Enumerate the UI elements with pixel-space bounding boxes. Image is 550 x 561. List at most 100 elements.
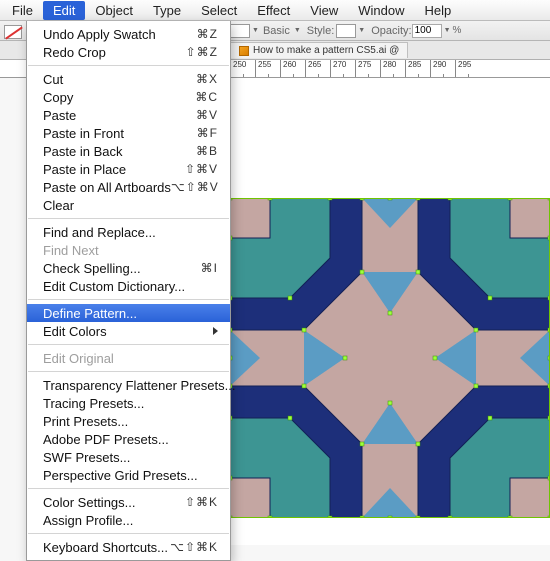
ruler-tick: 260 [280, 60, 305, 78]
ai-file-icon [239, 46, 249, 56]
menubar[interactable]: FileEditObjectTypeSelectEffectViewWindow… [0, 0, 550, 21]
menu-type[interactable]: Type [143, 1, 191, 20]
menu-item-clear[interactable]: Clear [27, 196, 230, 214]
menu-item-perspective-grid-presets[interactable]: Perspective Grid Presets... [27, 466, 230, 484]
menu-item-label: Tracing Presets... [43, 396, 218, 411]
menu-window[interactable]: Window [348, 1, 414, 20]
menu-item-check-spelling[interactable]: Check Spelling...⌘I [27, 259, 230, 277]
menu-item-paste-in-front[interactable]: Paste in Front⌘F [27, 124, 230, 142]
menu-item-define-pattern[interactable]: Define Pattern... [27, 304, 230, 322]
menu-item-shortcut: ⌥⇧⌘V [171, 180, 219, 194]
ruler-tick: 280 [380, 60, 405, 78]
menu-edit[interactable]: Edit [43, 1, 85, 20]
menu-item-label: Edit Original [43, 351, 218, 366]
menu-effect[interactable]: Effect [247, 1, 300, 20]
submenu-arrow-icon [213, 327, 218, 335]
menu-item-label: Paste in Front [43, 126, 197, 141]
menu-item-copy[interactable]: Copy⌘C [27, 88, 230, 106]
menu-item-shortcut: ⌘Z [197, 27, 218, 41]
menu-separator [28, 65, 229, 66]
menu-item-paste[interactable]: Paste⌘V [27, 106, 230, 124]
menu-item-paste-in-place[interactable]: Paste in Place⇧⌘V [27, 160, 230, 178]
menu-item-label: Clear [43, 198, 218, 213]
menu-item-shortcut: ⌘B [196, 144, 218, 158]
menu-separator [28, 218, 229, 219]
document-tab-title: How to make a pattern CS5.ai @ [253, 45, 399, 56]
menu-item-color-settings[interactable]: Color Settings...⇧⌘K [27, 493, 230, 511]
menu-item-label: Edit Custom Dictionary... [43, 279, 218, 294]
graphic-style-picker[interactable]: ▼ Basic ▼ [230, 24, 301, 38]
menu-item-paste-in-back[interactable]: Paste in Back⌘B [27, 142, 230, 160]
menu-item-label: Find and Replace... [43, 225, 218, 240]
menu-item-find-and-replace[interactable]: Find and Replace... [27, 223, 230, 241]
menu-item-shortcut: ⇧⌘V [185, 162, 218, 176]
menu-item-label: Paste in Place [43, 162, 185, 177]
edit-menu-dropdown[interactable]: Undo Apply Swatch⌘ZRedo Crop⇧⌘ZCut⌘XCopy… [26, 21, 231, 561]
menu-item-edit-custom-dictionary[interactable]: Edit Custom Dictionary... [27, 277, 230, 295]
menu-item-edit-original: Edit Original [27, 349, 230, 367]
opacity-input[interactable] [412, 24, 442, 38]
menu-item-label: Undo Apply Swatch [43, 27, 197, 42]
pattern-artwork[interactable] [230, 198, 550, 518]
menu-item-shortcut: ⌥⇧⌘K [170, 540, 218, 554]
menu-item-shortcut: ⌘F [197, 126, 218, 140]
menu-item-shortcut: ⌘I [201, 261, 218, 275]
menu-item-label: Transparency Flattener Presets... [43, 378, 235, 393]
menu-item-label: Paste in Back [43, 144, 196, 159]
menu-item-undo-apply-swatch[interactable]: Undo Apply Swatch⌘Z [27, 25, 230, 43]
document-tab[interactable]: How to make a pattern CS5.ai @ [230, 42, 408, 58]
no-selection-icon [4, 25, 22, 39]
menu-item-label: Find Next [43, 243, 218, 258]
ruler-tick: 265 [305, 60, 330, 78]
menu-item-find-next: Find Next [27, 241, 230, 259]
menu-item-shortcut: ⌘C [195, 90, 218, 104]
menu-item-cut[interactable]: Cut⌘X [27, 70, 230, 88]
menu-separator [28, 371, 229, 372]
menu-item-label: Print Presets... [43, 414, 218, 429]
menu-view[interactable]: View [300, 1, 348, 20]
menu-item-paste-on-all-artboards[interactable]: Paste on All Artboards⌥⇧⌘V [27, 178, 230, 196]
menu-item-shortcut: ⌘X [196, 72, 218, 86]
menu-item-keyboard-shortcuts[interactable]: Keyboard Shortcuts...⌥⇧⌘K [27, 538, 230, 556]
menu-item-shortcut: ⇧⌘Z [186, 45, 218, 59]
menu-separator [28, 299, 229, 300]
menu-item-label: Define Pattern... [43, 306, 218, 321]
menu-item-tracing-presets[interactable]: Tracing Presets... [27, 394, 230, 412]
menu-item-label: SWF Presets... [43, 450, 218, 465]
ruler-ticks: 250255260265270275280285290295 [230, 60, 550, 77]
menu-item-label: Paste on All Artboards [43, 180, 171, 195]
menu-item-label: Adobe PDF Presets... [43, 432, 218, 447]
menu-item-print-presets[interactable]: Print Presets... [27, 412, 230, 430]
menu-separator [28, 533, 229, 534]
ruler-tick: 250 [230, 60, 255, 78]
ruler-tick: 255 [255, 60, 280, 78]
canvas[interactable] [230, 78, 550, 545]
menu-item-redo-crop[interactable]: Redo Crop⇧⌘Z [27, 43, 230, 61]
menu-item-label: Check Spelling... [43, 261, 201, 276]
menu-item-label: Cut [43, 72, 196, 87]
opacity-field[interactable]: Opacity: ▼ % [371, 24, 461, 38]
menu-item-label: Color Settings... [43, 495, 185, 510]
menu-file[interactable]: File [2, 1, 43, 20]
menu-item-label: Perspective Grid Presets... [43, 468, 218, 483]
menu-help[interactable]: Help [414, 1, 461, 20]
menu-select[interactable]: Select [191, 1, 247, 20]
menu-item-edit-colors[interactable]: Edit Colors [27, 322, 230, 340]
menu-item-label: Keyboard Shortcuts... [43, 540, 170, 555]
menu-item-label: Edit Colors [43, 324, 213, 339]
menu-item-label: Copy [43, 90, 195, 105]
menu-item-transparency-flattener-presets[interactable]: Transparency Flattener Presets... [27, 376, 230, 394]
ruler-tick: 290 [430, 60, 455, 78]
menu-item-shortcut: ⌘V [196, 108, 218, 122]
style-picker[interactable]: Style: ▼ [307, 24, 365, 38]
menu-item-shortcut: ⇧⌘K [185, 495, 218, 509]
menu-object[interactable]: Object [85, 1, 143, 20]
menu-item-label: Redo Crop [43, 45, 186, 60]
ruler-tick: 275 [355, 60, 380, 78]
menu-item-label: Paste [43, 108, 196, 123]
menu-separator [28, 488, 229, 489]
menu-item-assign-profile[interactable]: Assign Profile... [27, 511, 230, 529]
menu-item-label: Assign Profile... [43, 513, 218, 528]
menu-item-adobe-pdf-presets[interactable]: Adobe PDF Presets... [27, 430, 230, 448]
menu-item-swf-presets[interactable]: SWF Presets... [27, 448, 230, 466]
